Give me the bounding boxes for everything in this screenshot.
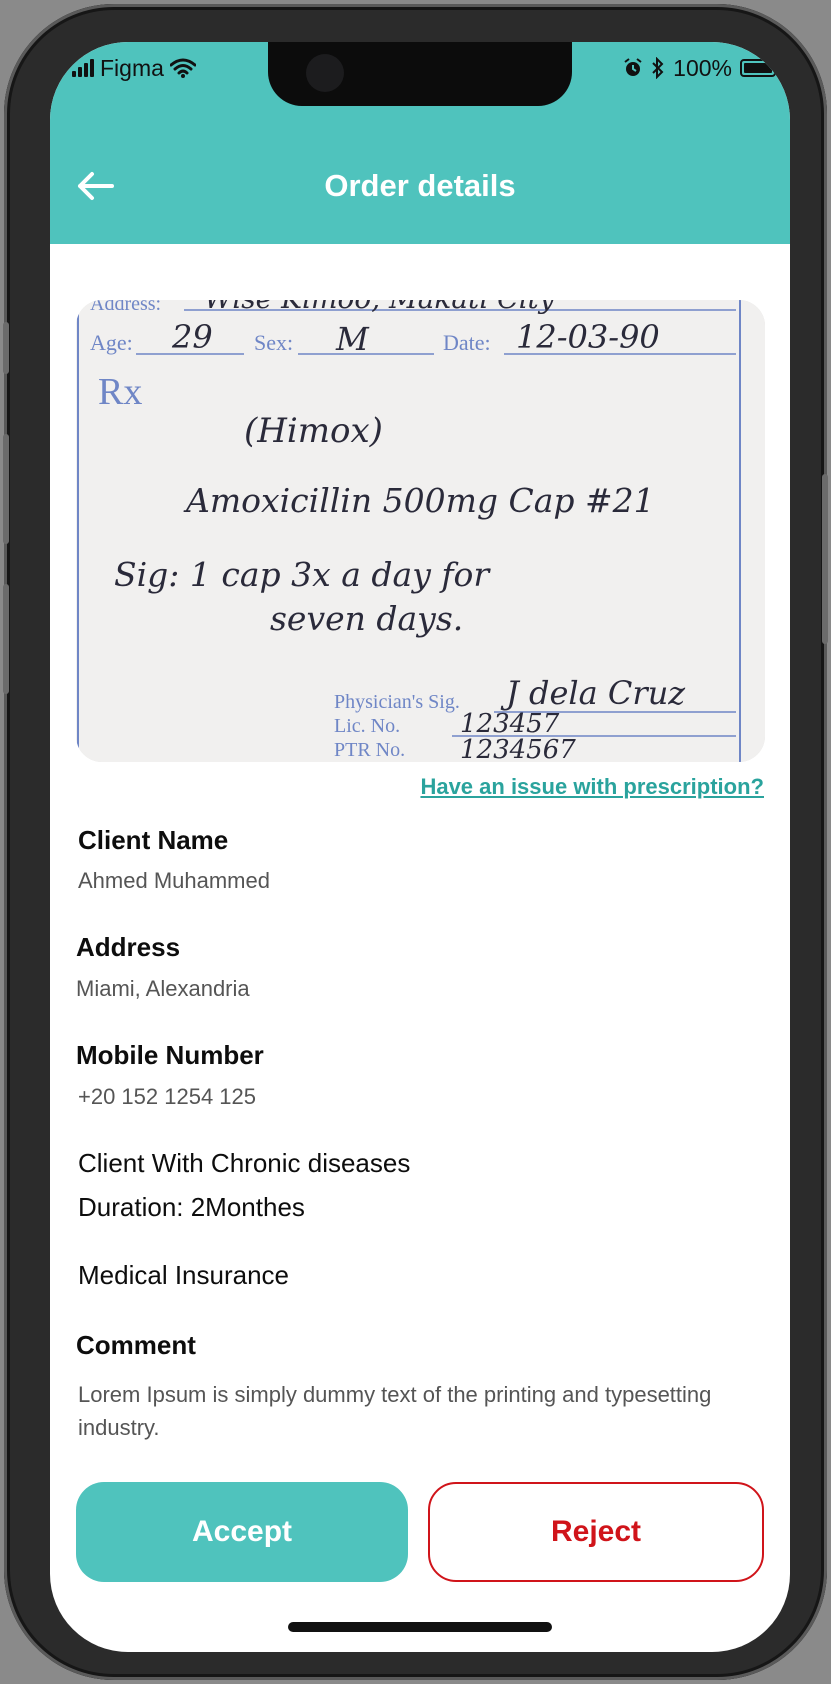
comment-label: Comment xyxy=(76,1330,196,1360)
rx-lic-label: Lic. No. xyxy=(334,715,400,737)
prescription-issue-link[interactable]: Have an issue with prescription? xyxy=(420,774,764,800)
rx-physician-label: Physician's Sig. xyxy=(334,691,460,713)
volume-up-button xyxy=(3,434,9,544)
status-bar-right: 100% xyxy=(623,48,776,88)
rx-date-label: Date: xyxy=(443,330,491,355)
rx-address-label: Address: xyxy=(90,300,161,315)
rx-address-value: Wise Kimoo, Makati City xyxy=(204,300,556,315)
address-label: Address xyxy=(76,932,181,962)
rx-line-4: seven days. xyxy=(270,599,463,638)
carrier-name: Figma xyxy=(100,54,164,81)
rx-sex-label: Sex: xyxy=(254,330,293,355)
home-indicator[interactable] xyxy=(288,1622,552,1632)
mobile-label: Mobile Number xyxy=(76,1040,264,1070)
reject-button[interactable]: Reject xyxy=(428,1482,764,1582)
alarm-icon xyxy=(624,58,642,76)
phone-frame: Figma 100% Order details Address: Age: 2… xyxy=(3,4,828,1680)
prescription-illustration: Address: Wise Kimoo, Makati City Age: 29… xyxy=(76,300,765,762)
battery-percent: 100% xyxy=(673,54,732,81)
page-title: Order details xyxy=(324,168,516,203)
volume-down-button xyxy=(3,584,9,694)
signal-icon xyxy=(72,59,94,77)
client-name-value: Ahmed Muhammed xyxy=(78,868,270,893)
client-name-label: Client Name xyxy=(78,825,229,855)
chronic-diseases-text: Client With Chronic diseases xyxy=(78,1148,411,1178)
comment-text: Lorem Ipsum is simply dummy text of the … xyxy=(78,1382,712,1440)
screen: Figma 100% Order details Address: Age: 2… xyxy=(50,42,790,1652)
medical-insurance-text: Medical Insurance xyxy=(78,1260,289,1290)
duration-text: Duration: 2Monthes xyxy=(78,1192,305,1222)
mobile-value: +20 152 1254 125 xyxy=(78,1084,257,1109)
rx-age-value: 29 xyxy=(171,318,213,356)
rx-signature: J dela Cruz xyxy=(500,674,686,712)
rx-age-label: Age: xyxy=(90,330,133,355)
power-button xyxy=(822,474,828,644)
mute-switch xyxy=(3,322,9,374)
rx-ptr-value: 1234567 xyxy=(460,735,576,762)
accept-button[interactable]: Accept xyxy=(76,1482,408,1582)
status-bar-left: Figma xyxy=(72,48,196,88)
rx-line-2: Amoxicillin 500mg Cap #21 xyxy=(183,481,655,520)
notch xyxy=(268,42,572,106)
rx-symbol: Rx xyxy=(98,371,142,413)
bluetooth-icon xyxy=(652,57,664,79)
rx-ptr-label: PTR No. xyxy=(334,739,405,761)
prescription-image[interactable]: Address: Wise Kimoo, Makati City Age: 29… xyxy=(76,300,765,762)
battery-icon xyxy=(740,59,776,77)
address-value: Miami, Alexandria xyxy=(76,976,250,1001)
rx-date-value: 12-03-90 xyxy=(516,318,660,356)
wifi-icon xyxy=(169,58,196,78)
front-camera xyxy=(306,54,344,92)
rx-line-1: (Himox) xyxy=(244,411,383,451)
rx-sex-value: M xyxy=(335,320,370,358)
header-bar: Figma 100% Order details xyxy=(50,42,790,244)
rx-line-3: Sig: 1 cap 3x a day for xyxy=(114,555,491,594)
